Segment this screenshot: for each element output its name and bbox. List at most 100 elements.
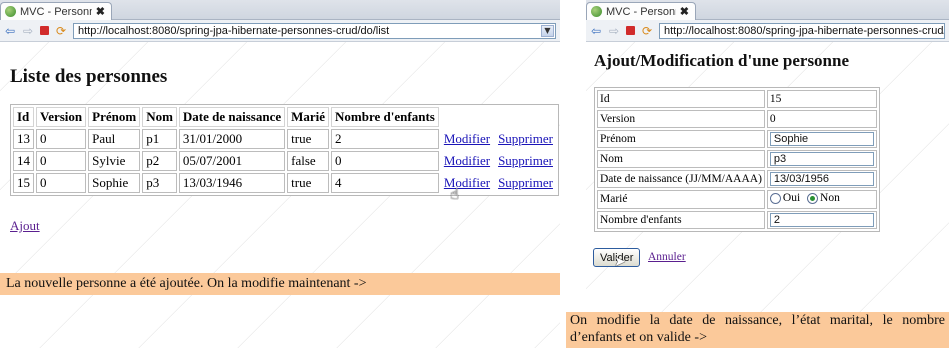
tab-title: MVC - Personnes	[20, 5, 92, 18]
column-header-empty	[441, 107, 493, 127]
column-header-id: Id	[13, 107, 34, 127]
hand-cursor-icon: ☝	[450, 185, 460, 203]
refresh-icon[interactable]: ⟳	[55, 25, 67, 37]
radio-oui[interactable]	[769, 192, 781, 204]
nom-input[interactable]	[769, 152, 874, 166]
personnes-table: Id Version Prénom Nom Date de naissance …	[10, 104, 559, 196]
back-arrow-icon[interactable]: ⇦	[590, 25, 602, 37]
forward-arrow-icon[interactable]: ⇨	[608, 25, 620, 37]
cell-marie: false	[287, 151, 330, 171]
ajout-link[interactable]: Ajout	[10, 218, 40, 234]
date-naissance-input[interactable]	[769, 172, 874, 186]
tab-bar: MVC - Personnes ✖	[0, 0, 560, 20]
supprimer-link[interactable]: Supprimer	[498, 131, 553, 146]
form-row-prenom: Prénom	[597, 130, 877, 148]
cell-modifier: Modifier	[441, 173, 493, 193]
right-caption: On modifie la date de naissance, l’état …	[566, 312, 949, 348]
form-row-nom: Nom	[597, 150, 877, 168]
modifier-link[interactable]: Modifier	[444, 131, 490, 146]
prenom-label: Prénom	[597, 130, 765, 148]
cell-marie: true	[287, 129, 330, 149]
browser-tab[interactable]: MVC - Personnes ✖	[586, 2, 696, 20]
date-label: Date de naissance (JJ/MM/AAAA)	[597, 170, 765, 188]
cell-nom: p3	[142, 173, 177, 193]
cell-supprimer: Supprimer	[495, 151, 556, 171]
table-row: 14 0 Sylvie p2 05/07/2001 false 0 Modifi…	[13, 151, 556, 171]
address-bar[interactable]: http://localhost:8080/spring-jpa-hiberna…	[73, 22, 556, 39]
cell-prenom: Paul	[88, 129, 141, 149]
address-url: http://localhost:8080/spring-jpa-hiberna…	[78, 24, 390, 37]
stop-icon[interactable]	[626, 26, 635, 35]
radio-non-option[interactable]: Non	[807, 192, 840, 204]
cell-date: 31/01/2000	[178, 129, 286, 149]
arrow-cursor-icon: ➤	[614, 254, 626, 270]
column-header-empty	[495, 107, 556, 127]
column-header-prenom: Prénom	[88, 107, 141, 127]
cell-version: 0	[36, 151, 87, 171]
form-row-id: Id 15	[597, 90, 877, 108]
supprimer-link[interactable]: Supprimer	[498, 175, 553, 190]
page-favicon-icon	[5, 6, 16, 17]
edit-browser-window: MVC - Personnes ✖ ⇦ ⇨ ⟳ http://localhost…	[586, 0, 949, 348]
list-browser-window: MVC - Personnes ✖ ⇦ ⇨ ⟳ http://localhost…	[0, 0, 560, 348]
cell-nom: p2	[142, 151, 177, 171]
prenom-cell	[766, 130, 877, 148]
chevron-down-icon[interactable]: ▼	[541, 24, 554, 37]
annuler-link[interactable]: Annuler	[648, 251, 686, 263]
address-bar[interactable]: http://localhost:8080/spring-jpa-hiberna…	[659, 22, 945, 39]
stop-icon[interactable]	[40, 26, 49, 35]
column-header-enfants: Nombre d'enfants	[331, 107, 439, 127]
nombre-enfants-input[interactable]	[769, 212, 874, 227]
tab-close-icon[interactable]: ✖	[680, 5, 689, 18]
column-header-date: Date de naissance	[178, 107, 286, 127]
table-row: 13 0 Paul p1 31/01/2000 true 2 Modifier …	[13, 129, 556, 149]
cell-supprimer: Supprimer	[495, 129, 556, 149]
marie-label: Marié	[597, 190, 765, 209]
column-header-marie: Marié	[287, 107, 330, 127]
version-value: 0	[766, 110, 877, 128]
radio-oui-option[interactable]: Oui	[769, 192, 801, 204]
form-row-enfants: Nombre d'enfants	[597, 210, 877, 229]
prenom-input[interactable]	[769, 132, 874, 146]
form-row-version: Version 0	[597, 110, 877, 128]
page-title: Liste des personnes	[10, 66, 168, 87]
enfants-cell	[766, 210, 877, 229]
id-value: 15	[766, 90, 877, 108]
browser-tab[interactable]: MVC - Personnes ✖	[0, 2, 112, 20]
page-title: Ajout/Modification d'une personne	[594, 51, 850, 70]
date-cell	[766, 170, 877, 188]
page-content: Ajout/Modification d'une personne Id 15 …	[586, 42, 949, 348]
tab-bar: MVC - Personnes ✖	[586, 0, 949, 20]
version-label: Version	[597, 110, 765, 128]
forward-arrow-icon[interactable]: ⇨	[22, 25, 34, 37]
cell-enfants: 4	[331, 173, 439, 193]
cell-prenom: Sylvie	[88, 151, 141, 171]
nom-cell	[766, 150, 877, 168]
radio-oui-label: Oui	[782, 192, 801, 204]
cell-version: 0	[36, 129, 87, 149]
column-header-version: Version	[36, 107, 87, 127]
cell-nom: p1	[142, 129, 177, 149]
cell-id: 15	[13, 173, 34, 193]
left-caption: La nouvelle personne a été ajoutée. On l…	[0, 273, 560, 295]
tab-title: MVC - Personnes	[606, 5, 676, 18]
radio-non[interactable]	[807, 192, 819, 204]
personne-form-table: Id 15 Version 0 Prénom Nom Date de naiss…	[594, 87, 880, 232]
radio-non-label: Non	[820, 192, 840, 204]
back-arrow-icon[interactable]: ⇦	[4, 25, 16, 37]
form-row-date: Date de naissance (JJ/MM/AAAA)	[597, 170, 877, 188]
id-label: Id	[597, 90, 765, 108]
cell-prenom: Sophie	[88, 173, 141, 193]
cell-marie: true	[287, 173, 330, 193]
modifier-link[interactable]: Modifier	[444, 153, 490, 168]
page-content: Liste des personnes Id Version Prénom No…	[0, 42, 560, 348]
cell-id: 13	[13, 129, 34, 149]
tab-close-icon[interactable]: ✖	[96, 5, 105, 18]
form-row-marie: Marié Oui Non	[597, 190, 877, 209]
cell-enfants: 0	[331, 151, 439, 171]
refresh-icon[interactable]: ⟳	[641, 25, 653, 37]
cell-date: 05/07/2001	[178, 151, 286, 171]
enfants-label: Nombre d'enfants	[597, 210, 765, 229]
navigation-bar: ⇦ ⇨ ⟳ http://localhost:8080/spring-jpa-h…	[0, 20, 560, 42]
supprimer-link[interactable]: Supprimer	[498, 153, 553, 168]
